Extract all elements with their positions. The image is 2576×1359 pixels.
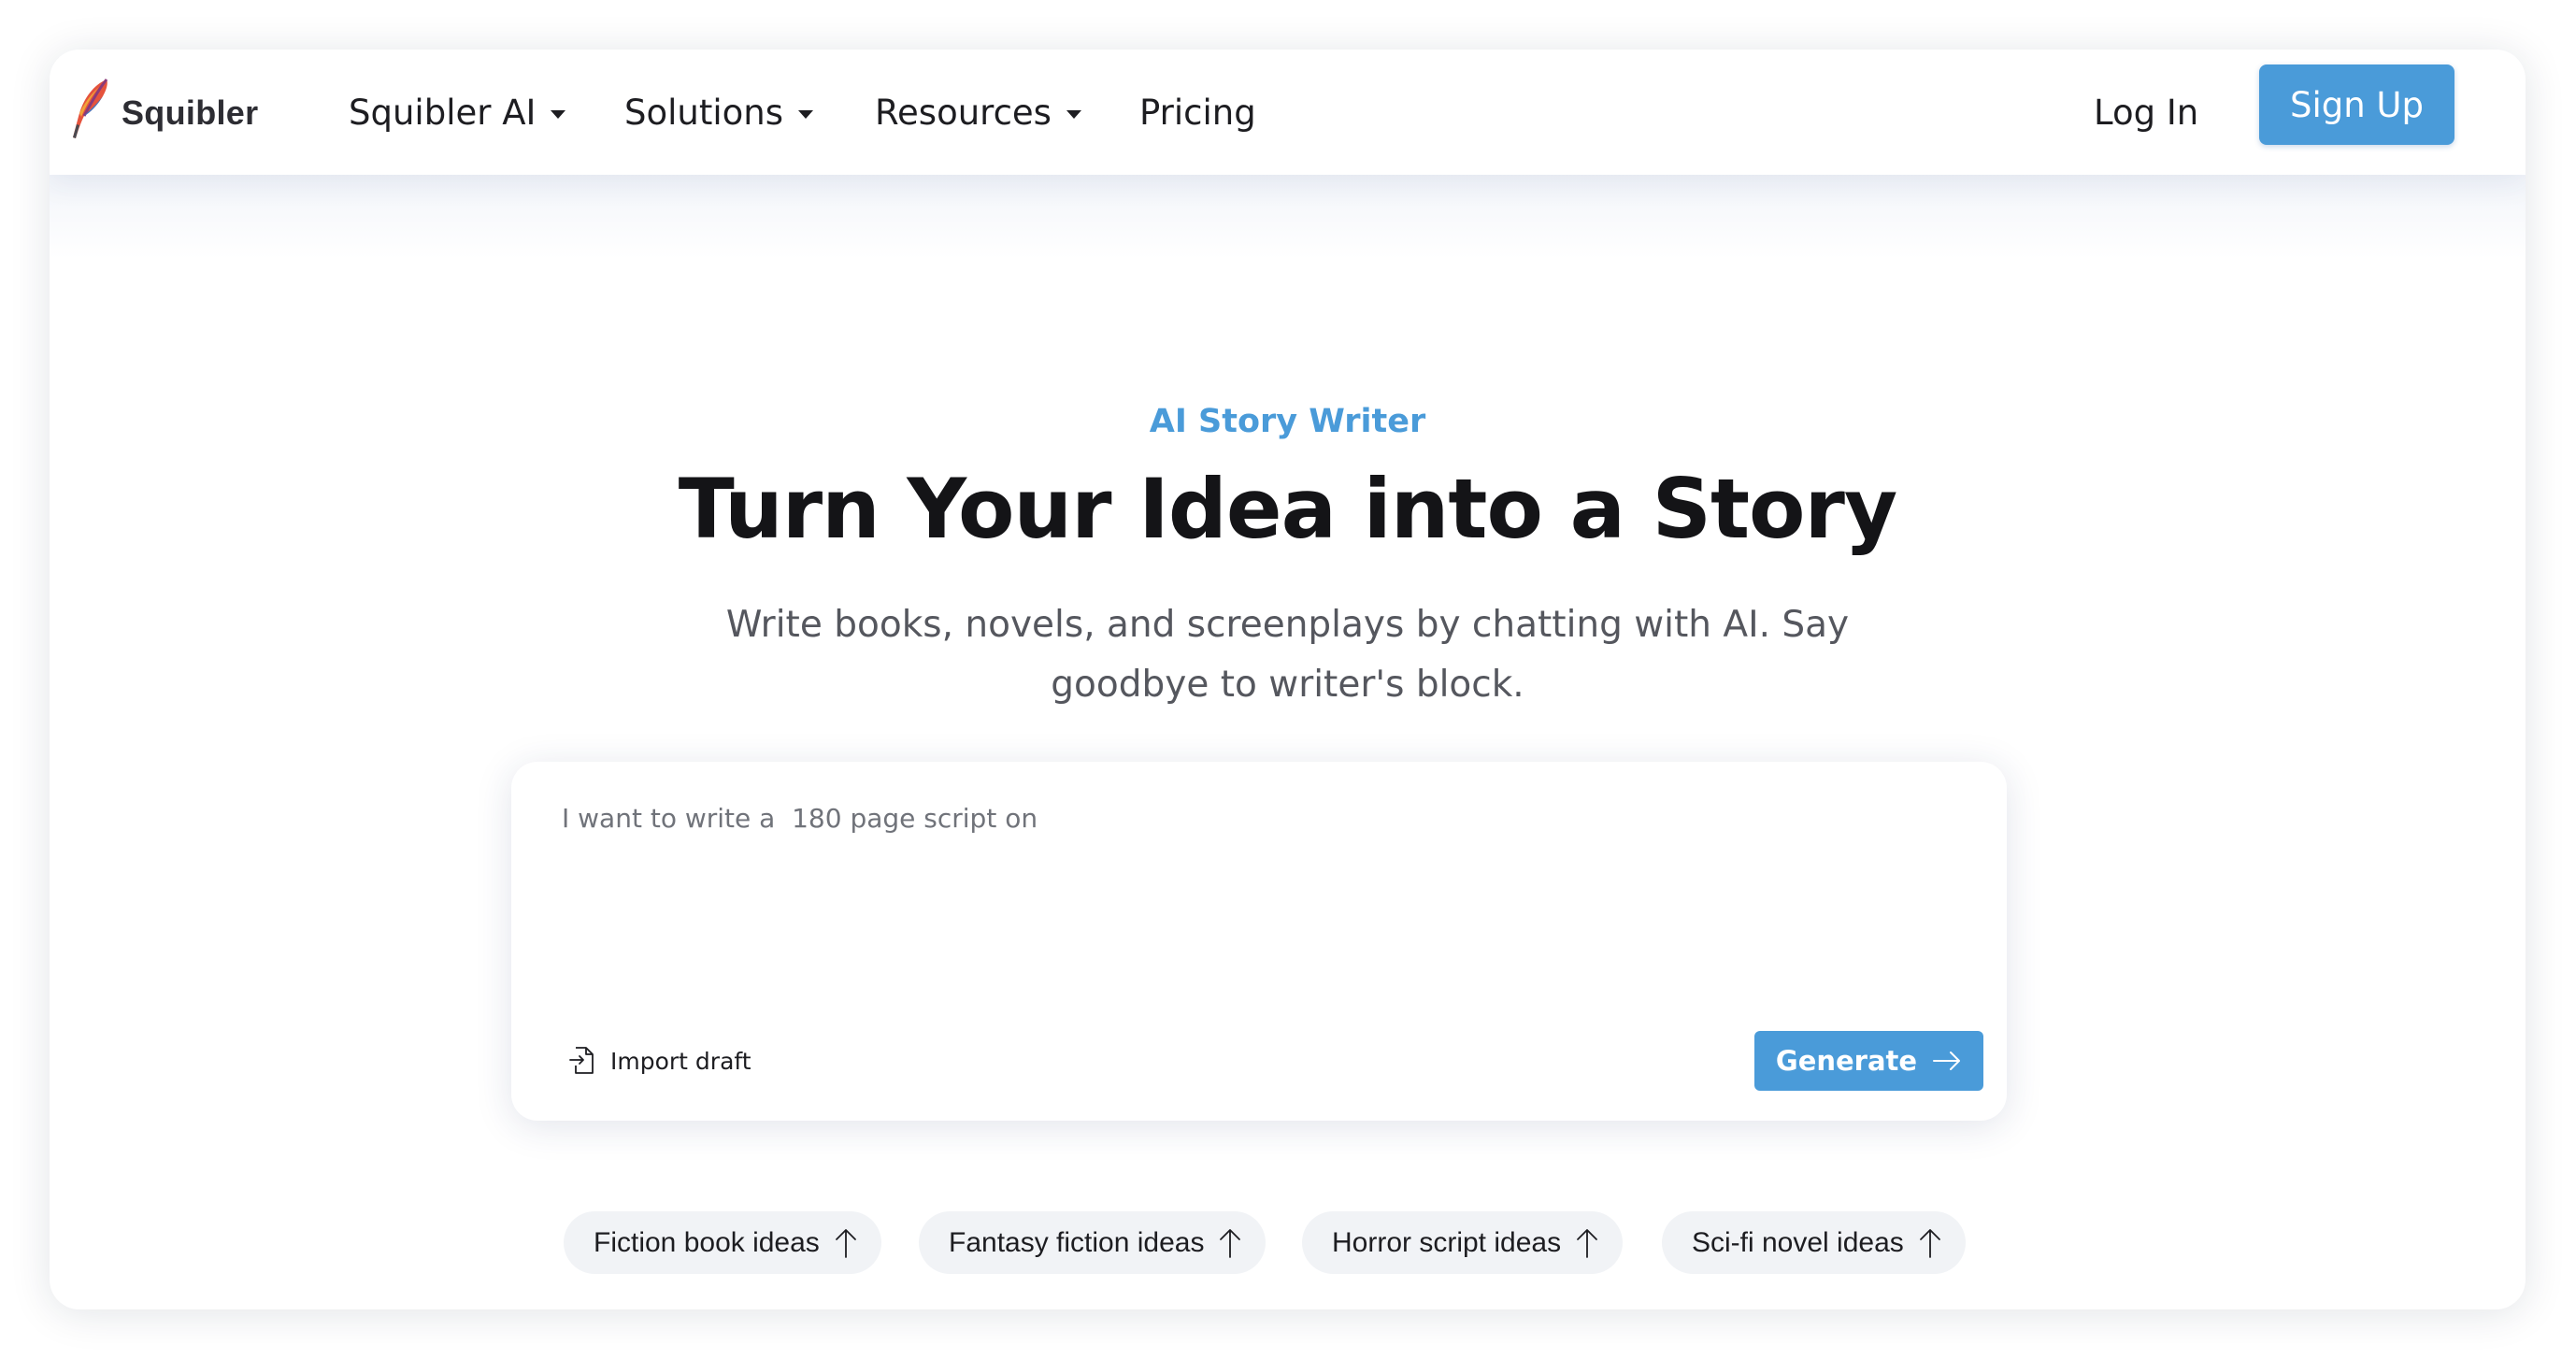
story-prompt-box: Import draft Generate [511, 762, 2007, 1121]
caret-down-icon [798, 109, 814, 119]
file-import-icon [569, 1047, 594, 1074]
caret-down-icon [1066, 109, 1081, 119]
suggestion-chip-horror[interactable]: Horror script ideas [1302, 1211, 1624, 1274]
login-link[interactable]: Log In [2094, 50, 2198, 175]
hero-subtitle: Write books, novels, and screenplays by … [657, 595, 1918, 715]
nav-label: Solutions [624, 92, 784, 133]
hero-title: Turn Your Idea into a Story [678, 461, 1898, 557]
arrow-right-icon [1933, 1051, 1961, 1070]
generate-button[interactable]: Generate [1754, 1031, 1983, 1091]
nav-label: Pricing [1139, 92, 1256, 133]
suggestion-chip-scifi[interactable]: Sci-fi novel ideas [1662, 1211, 1966, 1274]
suggestion-label: Sci-fi novel ideas [1692, 1226, 1904, 1258]
nav-pricing[interactable]: Pricing [1139, 50, 1256, 175]
suggestion-label: Fantasy fiction ideas [949, 1226, 1205, 1258]
nav-solutions[interactable]: Solutions [624, 50, 814, 175]
generate-label: Generate [1775, 1045, 1918, 1077]
arrow-up-icon [1220, 1228, 1241, 1258]
import-draft-button[interactable]: Import draft [567, 1038, 751, 1083]
caret-down-icon [551, 109, 566, 119]
suggestion-chip-fantasy[interactable]: Fantasy fiction ideas [919, 1211, 1267, 1274]
hero-gradient [50, 175, 2526, 259]
feather-quill-icon [73, 79, 108, 138]
nav-squibler-ai[interactable]: Squibler AI [349, 50, 566, 175]
nav-label: Squibler AI [349, 92, 537, 133]
page-card: Squibler Squibler AI Solutions Resources… [50, 50, 2526, 1309]
import-draft-label: Import draft [610, 1047, 751, 1075]
suggestion-chip-fiction[interactable]: Fiction book ideas [564, 1211, 881, 1274]
nav-label: Resources [875, 92, 1052, 133]
arrow-up-icon [1919, 1228, 1940, 1258]
arrow-up-icon [835, 1228, 856, 1258]
story-prompt-input[interactable] [562, 803, 1945, 943]
signup-button[interactable]: Sign Up [2259, 64, 2454, 145]
top-navbar: Squibler Squibler AI Solutions Resources… [50, 50, 2526, 175]
nav-resources[interactable]: Resources [875, 50, 1081, 175]
hero-eyebrow: AI Story Writer [1149, 403, 1426, 440]
brand-name: Squibler [122, 93, 259, 132]
suggestion-label: Horror script ideas [1332, 1226, 1562, 1258]
hero-subtitle-line2: goodbye to writer's block. [1051, 664, 1524, 706]
brand-logo[interactable]: Squibler [65, 76, 258, 141]
suggestion-label: Fiction book ideas [594, 1226, 820, 1258]
arrow-up-icon [1577, 1228, 1597, 1258]
hero-subtitle-line1: Write books, novels, and screenplays by … [725, 604, 1850, 646]
